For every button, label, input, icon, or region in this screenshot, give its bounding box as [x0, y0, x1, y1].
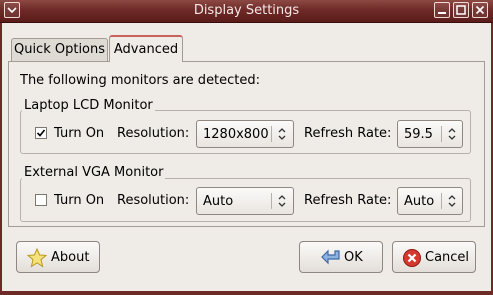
window-title: Display Settings	[193, 3, 300, 18]
tab-advanced-label: Advanced	[113, 42, 179, 57]
laptop-refresh-rate-value: 59.5	[404, 127, 433, 142]
star-icon	[27, 248, 47, 268]
laptop-turn-on-checkbox[interactable]	[35, 127, 47, 139]
minimize-button[interactable]	[434, 2, 450, 18]
combo-arrows-icon	[278, 195, 286, 207]
title-bar: Display Settings	[0, 0, 493, 23]
about-button[interactable]: About	[16, 241, 100, 273]
laptop-resolution-value: 1280x800	[203, 127, 269, 142]
external-refresh-rate-label: Refresh Rate:	[304, 193, 392, 208]
tab-quick-options-label: Quick Options	[13, 42, 106, 57]
cancel-button-label: Cancel	[425, 250, 470, 265]
external-resolution-select[interactable]: Auto	[196, 187, 294, 215]
back-arrow-icon	[321, 249, 340, 265]
combo-arrows-icon	[278, 128, 286, 140]
ok-button[interactable]: OK	[299, 241, 383, 273]
monitors-detected-text: The following monitors are detected:	[20, 73, 261, 88]
cancel-icon	[403, 249, 421, 267]
laptop-monitor-title: Laptop LCD Monitor	[22, 98, 155, 113]
external-refresh-rate-value: Auto	[404, 194, 435, 209]
window-border-left	[0, 23, 2, 295]
combo-separator	[271, 126, 272, 142]
cancel-button[interactable]: Cancel	[392, 241, 476, 273]
checkmark-icon	[36, 129, 46, 137]
external-turn-on-checkbox[interactable]	[35, 194, 47, 206]
combo-arrows-icon	[448, 128, 456, 140]
tab-advanced[interactable]: Advanced	[109, 35, 183, 62]
window-border-bottom	[0, 291, 493, 295]
external-refresh-rate-select[interactable]: Auto	[397, 187, 463, 215]
external-turn-on-label: Turn On	[54, 193, 105, 208]
laptop-resolution-label: Resolution:	[117, 126, 190, 141]
close-icon	[475, 5, 485, 15]
combo-arrows-icon	[448, 195, 456, 207]
maximize-icon	[456, 5, 466, 15]
external-resolution-label: Resolution:	[117, 193, 190, 208]
combo-separator	[441, 126, 442, 142]
close-window-button[interactable]	[472, 2, 488, 18]
about-button-label: About	[51, 250, 90, 265]
minimize-icon	[438, 12, 446, 14]
combo-separator	[441, 193, 442, 209]
external-resolution-value: Auto	[203, 194, 234, 209]
tab-quick-options[interactable]: Quick Options	[11, 38, 108, 62]
external-monitor-title: External VGA Monitor	[22, 165, 166, 180]
laptop-resolution-select[interactable]: 1280x800	[196, 120, 294, 148]
laptop-turn-on-label: Turn On	[54, 126, 105, 141]
laptop-refresh-rate-select[interactable]: 59.5	[397, 120, 463, 148]
laptop-refresh-rate-label: Refresh Rate:	[304, 126, 392, 141]
combo-separator	[271, 193, 272, 209]
ok-button-label: OK	[344, 250, 363, 265]
maximize-button[interactable]	[453, 2, 469, 18]
